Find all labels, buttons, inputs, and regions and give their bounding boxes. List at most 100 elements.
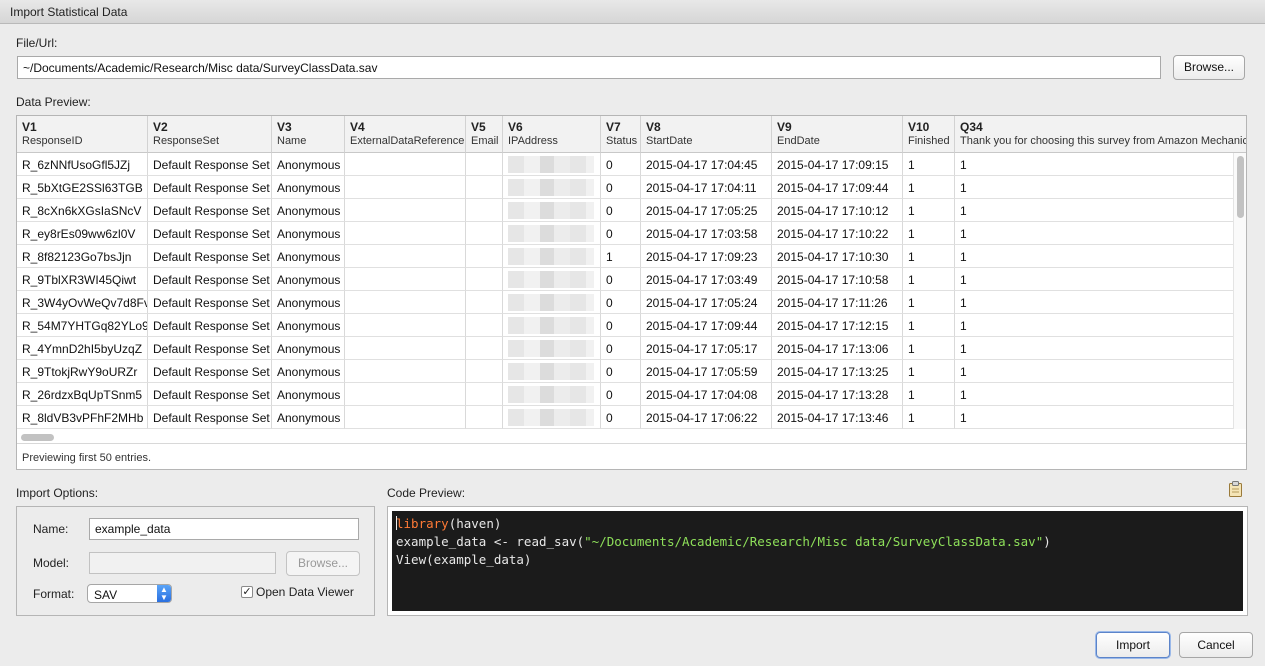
table-cell: 2015-04-17 17:03:58	[641, 222, 772, 245]
cancel-button[interactable]: Cancel	[1179, 632, 1253, 658]
file-browse-button[interactable]: Browse...	[1173, 55, 1245, 80]
table-cell: 2015-04-17 17:11:26	[772, 291, 903, 314]
table-cell: 2015-04-17 17:04:11	[641, 176, 772, 199]
column-header[interactable]: V3 Name	[272, 116, 345, 153]
horizontal-scroll-thumb[interactable]	[21, 434, 54, 441]
table-cell	[466, 176, 503, 199]
table-cell: 1	[955, 176, 1246, 199]
code-editor[interactable]: library(haven) example_data <- read_sav(…	[392, 511, 1243, 611]
table-cell: 1	[903, 153, 955, 176]
table-cell: Default Response Set	[148, 199, 272, 222]
table-cell	[466, 383, 503, 406]
table-cell: 1	[955, 222, 1246, 245]
table-cell	[503, 245, 601, 268]
table-cell: Default Response Set	[148, 245, 272, 268]
table-cell: Default Response Set	[148, 383, 272, 406]
file-url-label: File/Url:	[16, 36, 58, 50]
model-input[interactable]	[89, 552, 276, 574]
column-var: V2	[153, 120, 168, 134]
table-cell	[466, 153, 503, 176]
table-cell: 0	[601, 268, 641, 291]
column-name: Thank you for choosing this survey from …	[960, 135, 1246, 147]
table-cell	[466, 291, 503, 314]
format-select[interactable]: SAV ▲ ▼	[87, 584, 172, 603]
table-cell: Anonymous	[272, 360, 345, 383]
table-cell: R_3W4yOvWeQv7d8Fv	[17, 291, 148, 314]
table-cell: 2015-04-17 17:05:17	[641, 337, 772, 360]
code-preview-panel[interactable]: library(haven) example_data <- read_sav(…	[387, 506, 1248, 616]
table-cell	[466, 268, 503, 291]
redacted-ip	[508, 340, 594, 357]
code-text: )	[1043, 534, 1051, 549]
column-name: StartDate	[646, 135, 693, 147]
table-cell: 0	[601, 383, 641, 406]
table-cell	[503, 153, 601, 176]
column-name: Email	[471, 135, 499, 147]
table-cell: Anonymous	[272, 291, 345, 314]
table-cell	[503, 222, 601, 245]
import-button[interactable]: Import	[1096, 632, 1170, 658]
column-header[interactable]: V1 ResponseID	[17, 116, 148, 153]
name-input[interactable]: example_data	[89, 518, 359, 540]
table-cell: Anonymous	[272, 199, 345, 222]
column-header[interactable]: Q34 Thank you for choosing this survey fr…	[955, 116, 1246, 153]
open-data-viewer-checkbox[interactable]: ✓	[241, 586, 253, 598]
code-line-3: View(example_data)	[396, 552, 532, 567]
table-cell: 2015-04-17 17:03:49	[641, 268, 772, 291]
table-cell: 2015-04-17 17:12:15	[772, 314, 903, 337]
table-cell: Default Response Set	[148, 176, 272, 199]
table-cell	[503, 406, 601, 429]
vertical-scrollbar[interactable]	[1233, 153, 1246, 429]
table-cell: 2015-04-17 17:06:22	[641, 406, 772, 429]
file-url-input[interactable]: ~/Documents/Academic/Research/Misc data/…	[17, 56, 1161, 79]
code-line-2: example_data <- read_sav("~/Documents/Ac…	[396, 533, 1239, 551]
table-cell	[466, 222, 503, 245]
table-cell: R_8cXn6kXGsIaSNcV	[17, 199, 148, 222]
column-header[interactable]: V5 Email	[466, 116, 503, 153]
table-cell: Anonymous	[272, 268, 345, 291]
column-header[interactable]: V4 ExternalDataReference	[345, 116, 466, 153]
preview-divider	[17, 443, 1246, 444]
column-header[interactable]: V8 StartDate	[641, 116, 772, 153]
table-cell: 1	[955, 383, 1246, 406]
table-cell	[345, 337, 466, 360]
redacted-ip	[508, 409, 594, 426]
table-cell: Default Response Set	[148, 314, 272, 337]
table-cell: 1	[955, 268, 1246, 291]
table-cell: Default Response Set	[148, 406, 272, 429]
table-cell: R_4YmnD2hI5byUzqZ	[17, 337, 148, 360]
model-browse-button[interactable]: Browse...	[286, 551, 360, 576]
redacted-ip	[508, 294, 594, 311]
table-cell	[345, 199, 466, 222]
column-header[interactable]: V9 EndDate	[772, 116, 903, 153]
open-data-viewer-label[interactable]: Open Data Viewer	[256, 585, 354, 599]
column-var: V6	[508, 120, 523, 134]
column-header[interactable]: V2 ResponseSet	[148, 116, 272, 153]
table-cell: 0	[601, 360, 641, 383]
vertical-scroll-thumb[interactable]	[1237, 156, 1244, 218]
table-cell: R_ey8rEs09ww6zl0V	[17, 222, 148, 245]
table-cell: 0	[601, 291, 641, 314]
table-cell: Anonymous	[272, 383, 345, 406]
column-header[interactable]: V6 IPAddress	[503, 116, 601, 153]
column-header[interactable]: V10 Finished	[903, 116, 955, 153]
import-options-panel: Name: example_data Model: Browse... Form…	[16, 506, 375, 616]
table-cell: 2015-04-17 17:09:15	[772, 153, 903, 176]
table-cell: R_8f82123Go7bsJjn	[17, 245, 148, 268]
redacted-ip	[508, 271, 594, 288]
format-select-value: SAV	[94, 588, 118, 602]
table-cell: 2015-04-17 17:10:30	[772, 245, 903, 268]
table-cell: 1	[903, 268, 955, 291]
table-cell	[345, 383, 466, 406]
column-header[interactable]: V7 Status	[601, 116, 641, 153]
table-cell: 1	[903, 176, 955, 199]
data-preview-table[interactable]: V1 ResponseID V2 ResponseSet V3 Name V4 Externa…	[16, 115, 1247, 470]
column-var: V7	[606, 120, 621, 134]
table-cell: R_9TblXR3WI45Qiwt	[17, 268, 148, 291]
table-cell: 2015-04-17 17:10:12	[772, 199, 903, 222]
table-cell: 1	[955, 406, 1246, 429]
table-cell: Default Response Set	[148, 360, 272, 383]
table-cell: 1	[903, 337, 955, 360]
clipboard-icon[interactable]	[1228, 481, 1243, 497]
table-cell	[466, 337, 503, 360]
